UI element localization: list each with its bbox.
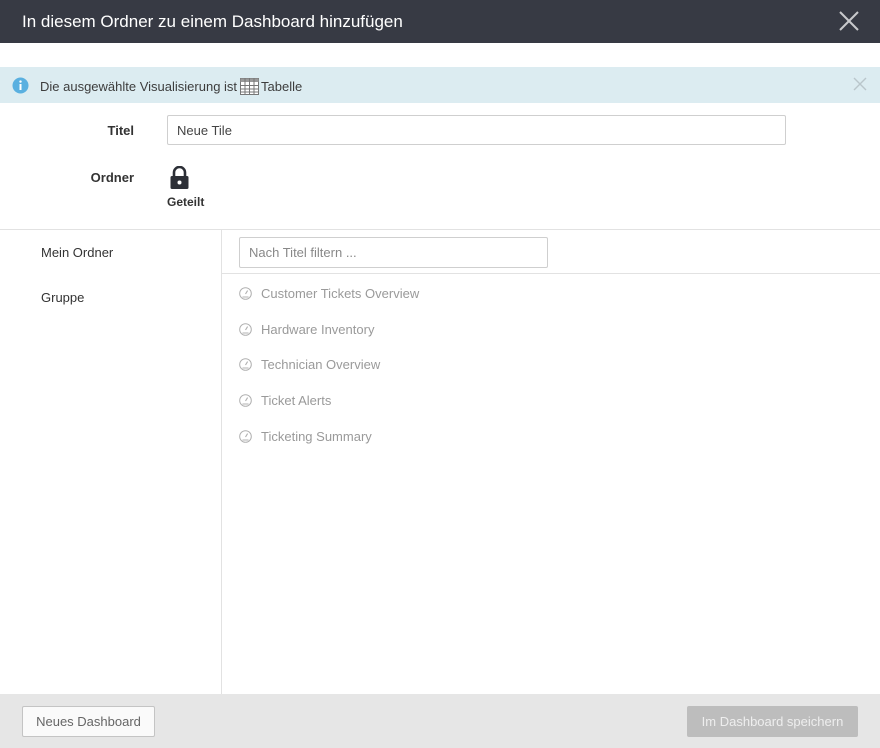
new-dashboard-button[interactable]: Neues Dashboard	[22, 706, 155, 737]
filter-input[interactable]	[239, 237, 548, 268]
info-message: Die ausgewählte Visualisierung ist Tabel…	[40, 78, 302, 95]
folder-label: Ordner	[90, 170, 134, 185]
info-message-text: Die ausgewählte Visualisierung ist	[40, 79, 238, 94]
table-icon	[240, 78, 260, 95]
dashboard-gauge-icon	[239, 322, 252, 336]
dashboard-gauge-icon	[239, 393, 252, 407]
dashboard-gauge-icon	[239, 286, 252, 300]
list-item[interactable]: Customer Tickets Overview	[239, 284, 419, 302]
list-item[interactable]: Hardware Inventory	[239, 320, 374, 338]
dashboard-gauge-icon	[239, 429, 252, 443]
info-circle-icon	[12, 77, 29, 94]
dashboard-gauge-icon	[239, 357, 252, 371]
info-banner: Die ausgewählte Visualisierung ist Tabel…	[0, 67, 880, 103]
divider	[222, 273, 880, 274]
title-label: Titel	[107, 123, 135, 138]
dialog-title: In diesem Ordner zu einem Dashboard hinz…	[22, 11, 403, 31]
divider	[0, 229, 880, 230]
folder-shared-label[interactable]: Geteilt	[167, 195, 204, 209]
title-input[interactable]	[167, 115, 786, 145]
sidebar-item-gruppe[interactable]: Gruppe	[41, 290, 84, 305]
sidebar-item-mein-ordner[interactable]: Mein Ordner	[41, 245, 113, 260]
dialog-titlebar: In diesem Ordner zu einem Dashboard hinz…	[0, 0, 880, 43]
dismiss-info-icon[interactable]	[853, 77, 867, 91]
list-item[interactable]: Ticketing Summary	[239, 427, 372, 445]
divider	[221, 230, 222, 694]
list-item[interactable]: Ticket Alerts	[239, 391, 331, 409]
list-item[interactable]: Technician Overview	[239, 355, 380, 373]
list-item-label: Ticketing Summary	[261, 428, 372, 444]
list-item-label: Customer Tickets Overview	[261, 285, 420, 301]
dialog-footer: Neues Dashboard Im Dashboard speichern	[0, 694, 880, 748]
lock-icon[interactable]	[169, 166, 190, 190]
list-item-label: Technician Overview	[261, 356, 381, 372]
save-to-dashboard-button[interactable]: Im Dashboard speichern	[687, 706, 858, 737]
visualization-name: Tabelle	[261, 79, 303, 94]
close-icon[interactable]	[838, 10, 860, 32]
list-item-label: Ticket Alerts	[261, 392, 332, 408]
list-item-label: Hardware Inventory	[261, 321, 375, 337]
